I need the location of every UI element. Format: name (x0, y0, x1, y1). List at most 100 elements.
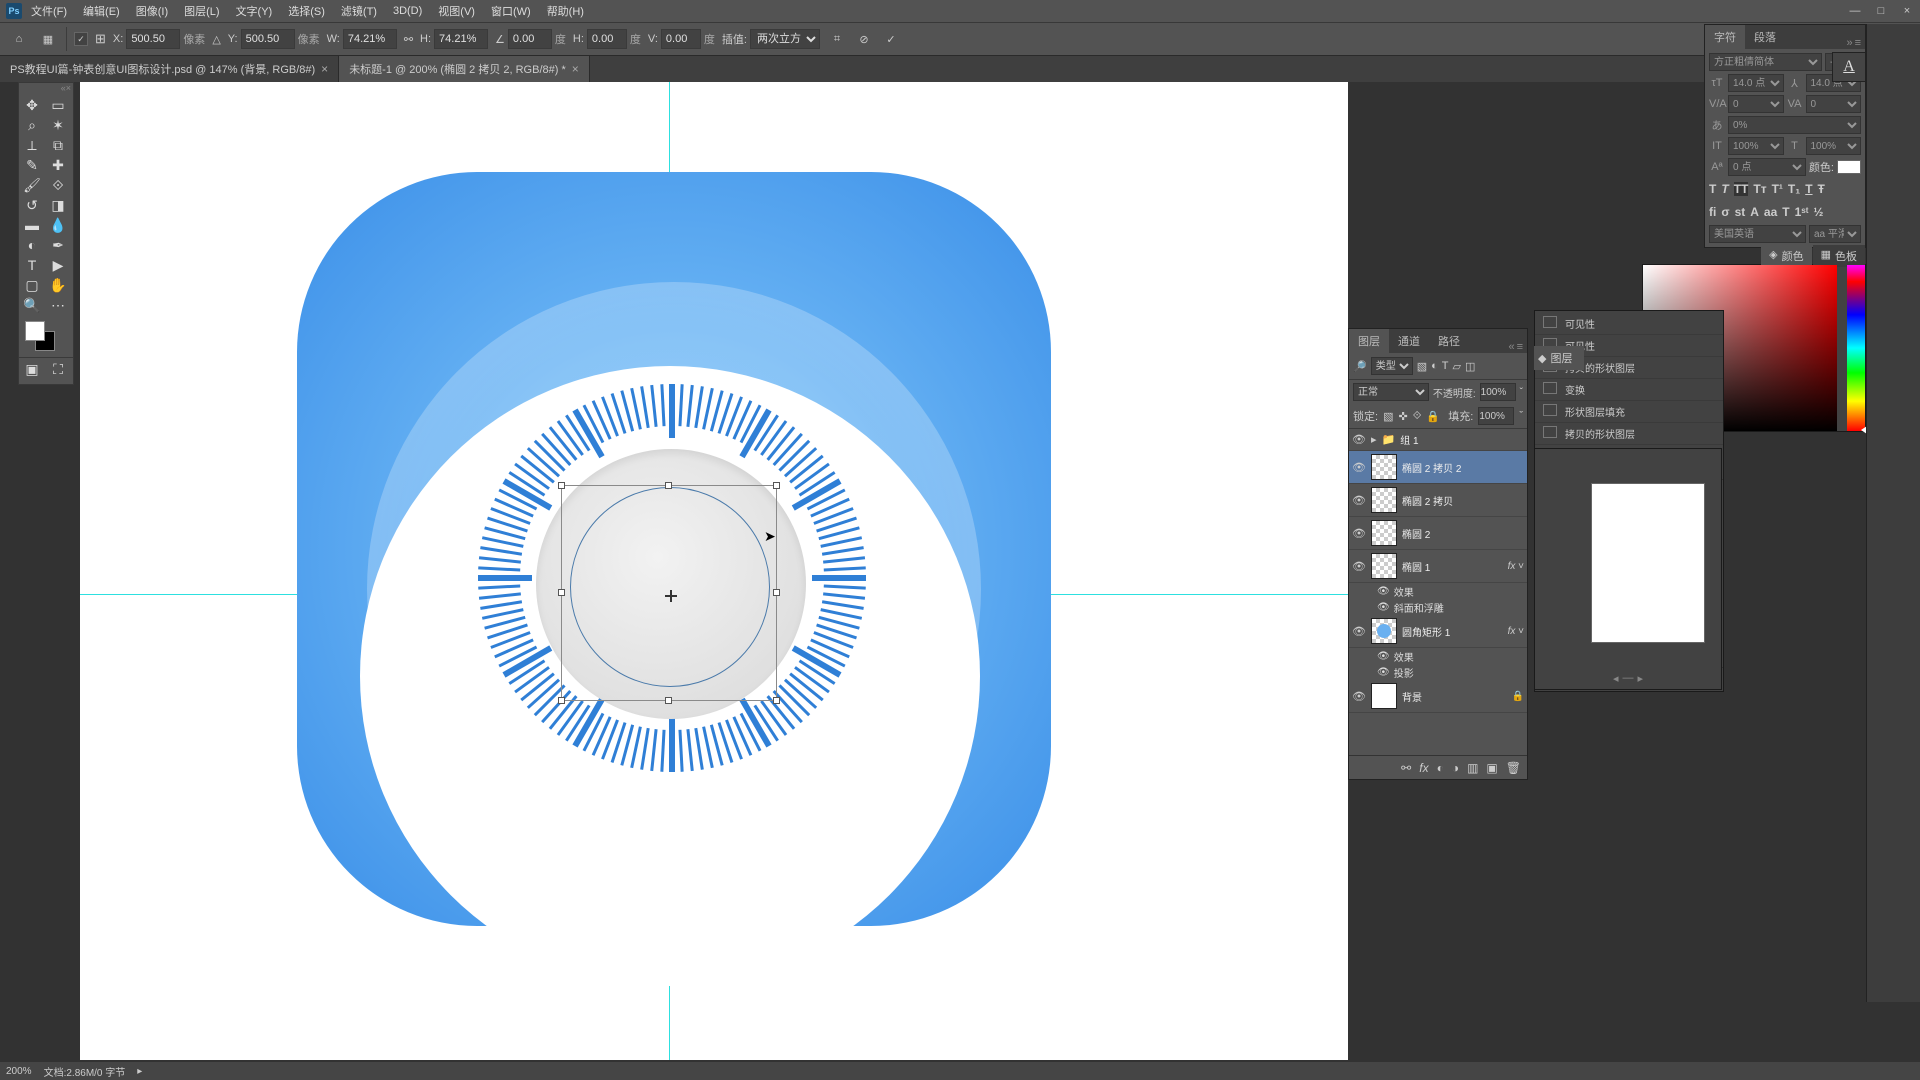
visibility-toggle[interactable]: 👁 (1352, 461, 1366, 474)
gradient-tool[interactable]: ▬ (19, 215, 45, 235)
transform-handle-s[interactable] (665, 697, 672, 704)
nav-menu-icon[interactable]: — (1623, 672, 1634, 685)
filter-shape-icon[interactable]: ▱ (1453, 360, 1461, 373)
layer-fx-icon[interactable]: fx (1419, 761, 1428, 775)
shape-tool[interactable]: ▢ (19, 275, 45, 295)
eyedropper-tool[interactable]: ✎ (19, 155, 45, 175)
layer-mask-icon[interactable]: ◐ (1437, 761, 1444, 775)
layer-thumbnail[interactable] (1371, 553, 1397, 579)
panel-collapse-icon[interactable]: » (1846, 37, 1852, 49)
layer-item[interactable]: 👁椭圆 2 拷贝 (1349, 484, 1527, 517)
nav-right-icon[interactable]: ▸ (1638, 672, 1644, 685)
layer-name[interactable]: 组 1 (1400, 432, 1524, 447)
layer-item[interactable]: 👁椭圆 1fx ˅ (1349, 550, 1527, 583)
underline-icon[interactable]: T (1805, 182, 1812, 196)
navigator-thumbnail[interactable] (1591, 483, 1705, 643)
layer-thumbnail[interactable] (1371, 454, 1397, 480)
menu-3d[interactable]: 3D(D) (386, 2, 429, 20)
aa-select[interactable]: aa 平滑 (1809, 225, 1861, 243)
h-input[interactable] (434, 29, 488, 49)
T-icon[interactable]: T (1782, 205, 1789, 219)
layer-item[interactable]: 👁▸📁组 1 (1349, 429, 1527, 451)
fill-input[interactable] (1478, 407, 1514, 425)
visibility-toggle[interactable]: 👁 (1352, 494, 1366, 507)
warp-icon[interactable]: ⌗ (827, 29, 847, 49)
layer-effect-item[interactable]: 👁斜面和浮雕 (1349, 599, 1527, 615)
layer-item[interactable]: 👁圆角矩形 1fx ˅ (1349, 615, 1527, 648)
menu-layer[interactable]: 图层(L) (177, 0, 226, 22)
close-icon[interactable]: × (321, 62, 328, 76)
tab-character[interactable]: 字符 (1705, 25, 1745, 49)
history-step[interactable]: 形状图层填充 (1535, 401, 1723, 423)
cancel-transform-icon[interactable]: ⊘ (854, 29, 874, 49)
smallcaps-icon[interactable]: Tᴛ (1753, 182, 1766, 196)
group-icon[interactable]: ▥ (1467, 761, 1478, 775)
menu-image[interactable]: 图像(I) (129, 0, 175, 22)
layer-effect-item[interactable]: 👁投影 (1349, 664, 1527, 680)
layer-thumbnail[interactable] (1371, 487, 1397, 513)
vskew-input[interactable] (661, 29, 701, 49)
layer-name[interactable]: 圆角矩形 1 (1402, 624, 1503, 639)
quickmask-tool[interactable]: ▣ (19, 358, 45, 380)
doc-tab-1[interactable]: PS教程UI篇-钟表创意UI图标设计.psd @ 147% (背景, RGB/8… (0, 56, 339, 82)
hue-slider[interactable] (1847, 265, 1865, 431)
hscale-input[interactable]: 0% (1728, 116, 1861, 134)
tracking-input[interactable]: 0 (1806, 95, 1862, 113)
edit-toolbar[interactable]: ⋯ (45, 295, 71, 315)
zoom-tool[interactable]: 🔍 (19, 295, 45, 315)
menu-select[interactable]: 选择(S) (281, 0, 332, 22)
home-icon[interactable]: ⌂ (8, 28, 30, 50)
x-input[interactable] (126, 29, 180, 49)
bold-icon[interactable]: T (1709, 182, 1716, 196)
filter-type-icon[interactable]: T (1442, 360, 1449, 372)
strike-icon[interactable]: Ŧ (1818, 182, 1825, 196)
layer-name[interactable]: 椭圆 2 拷贝 2 (1402, 460, 1524, 475)
canvas[interactable]: ➤ (80, 82, 1348, 1060)
panel-menu-icon[interactable]: ≡ (1855, 37, 1861, 49)
window-maximize[interactable]: □ (1868, 0, 1894, 22)
dodge-tool[interactable]: ◐ (19, 235, 45, 255)
allcaps-icon[interactable]: TT (1734, 182, 1749, 196)
sigma-icon[interactable]: σ (1721, 205, 1729, 219)
layer-effect-item[interactable]: 👁效果 (1349, 583, 1527, 599)
clone-tool[interactable]: ⟐ (45, 175, 71, 195)
tab-color[interactable]: 颜色 (1782, 248, 1804, 264)
screenmode-tool[interactable]: ⛶ (45, 358, 71, 380)
interp-select[interactable]: 两次立方 (750, 29, 820, 49)
filter-type-select[interactable]: 类型 (1371, 357, 1413, 375)
menu-help[interactable]: 帮助(H) (540, 0, 591, 22)
font-family-select[interactable]: 方正粗倩简体 (1709, 53, 1822, 71)
lock-position-icon[interactable]: ✜ (1398, 410, 1407, 423)
hand-tool[interactable]: ✋ (45, 275, 71, 295)
eraser-tool[interactable]: ◨ (45, 195, 71, 215)
history-step[interactable]: 可见性 (1535, 313, 1723, 335)
menu-edit[interactable]: 编辑(E) (76, 0, 127, 22)
transform-handle-w[interactable] (558, 589, 565, 596)
layer-fx-badge[interactable]: fx ˅ (1508, 561, 1524, 572)
opacity-input[interactable] (1480, 383, 1516, 401)
superscript-icon[interactable]: T¹ (1772, 182, 1783, 196)
close-icon[interactable]: × (572, 62, 579, 76)
status-chevron-icon[interactable]: ▸ (137, 1066, 142, 1077)
layer-item[interactable]: 👁背景🔒 (1349, 680, 1527, 713)
transform-handle-n[interactable] (665, 482, 672, 489)
layer-name[interactable]: 椭圆 2 (1402, 526, 1524, 541)
fi-icon[interactable]: fi (1709, 205, 1716, 219)
transform-handle-e[interactable] (773, 589, 780, 596)
transform-handle-se[interactable] (773, 697, 780, 704)
hscale2-input[interactable]: 100% (1806, 137, 1862, 155)
A-icon[interactable]: A (1750, 205, 1759, 219)
visibility-toggle[interactable]: 👁 (1352, 527, 1366, 540)
filter-smart-icon[interactable]: ◫ (1465, 360, 1475, 373)
status-zoom[interactable]: 200% (6, 1066, 32, 1077)
path-select-tool[interactable]: ▶ (45, 255, 71, 275)
angle-input[interactable] (508, 29, 552, 49)
y-input[interactable] (241, 29, 295, 49)
hskew-input[interactable] (587, 29, 627, 49)
layer-item[interactable]: 👁 椭圆 2 拷贝 2 (1349, 451, 1527, 484)
filter-adjust-icon[interactable]: ◐ (1431, 360, 1438, 372)
menu-type[interactable]: 文字(Y) (229, 0, 280, 22)
slice-tool[interactable]: ⧉ (45, 135, 71, 155)
baseline-input[interactable]: 0 点 (1728, 158, 1806, 176)
half-icon[interactable]: ½ (1813, 205, 1823, 219)
